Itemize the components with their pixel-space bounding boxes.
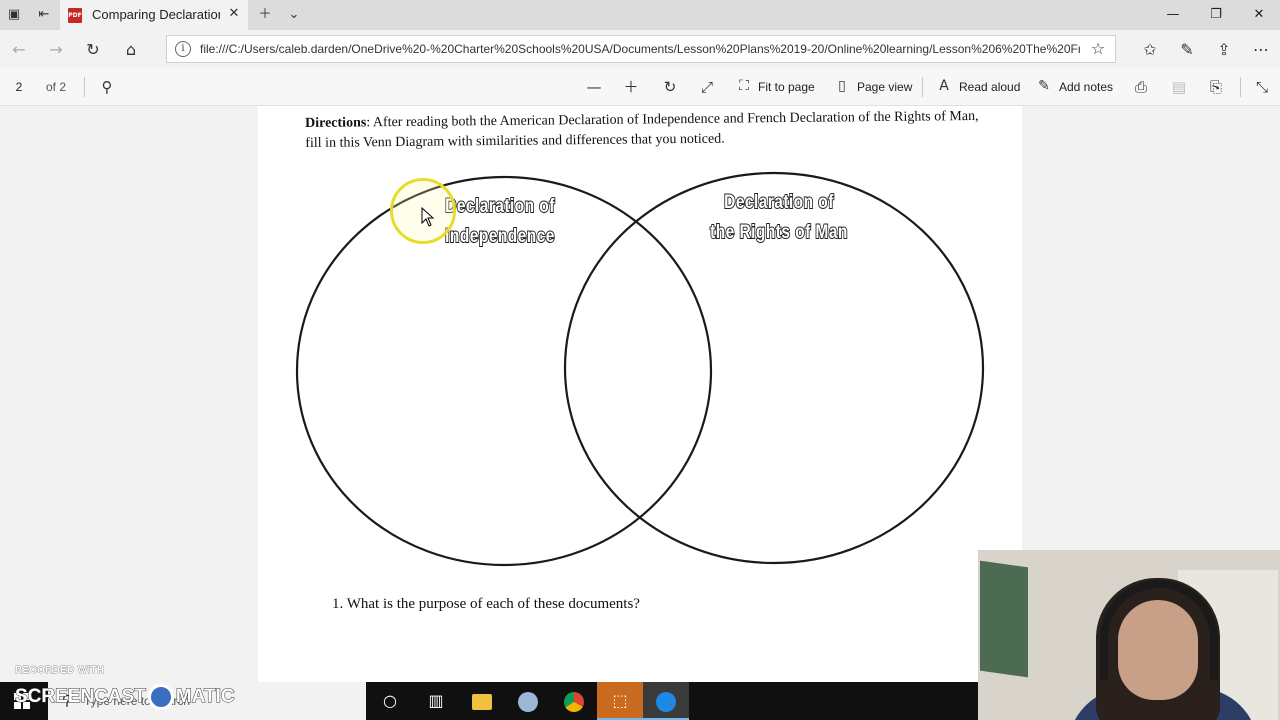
question-1: 1. What is the purpose of each of these … (332, 596, 640, 612)
cortana-icon[interactable]: ○ (367, 682, 413, 720)
tab-title: Comparing Declaration: (92, 7, 220, 22)
pdf-page: Directions: After reading both the Ameri… (258, 106, 1022, 682)
read-aloud-icon[interactable]: A (936, 78, 952, 94)
recorded-with-label: RECORDED WITH (15, 665, 105, 677)
set-aside-tabs-icon[interactable]: ⇤ (36, 7, 52, 23)
tab-close-icon[interactable]: ✕ (226, 6, 242, 22)
tab-list-chevron-icon[interactable]: ⌄ (286, 7, 302, 23)
save-icon[interactable]: ▤ (1169, 77, 1189, 97)
save-as-icon[interactable]: ⎘ (1206, 77, 1226, 97)
venn-right-title: Declaration of the Rights of Man (697, 188, 861, 248)
read-aloud-button[interactable]: Read aloud (959, 80, 1020, 94)
tab-bar: ▣ ⇤ PDF Comparing Declaration: ✕ ＋ ⌄ — ❐… (0, 0, 1280, 30)
info-icon[interactable]: i (175, 41, 191, 57)
more-icon[interactable]: ⋯ (1251, 40, 1271, 60)
favorite-star-icon[interactable]: ☆ (1088, 39, 1108, 59)
zoom-out-icon[interactable]: — (584, 77, 604, 97)
add-notes-icon[interactable]: ✎ (1036, 78, 1052, 94)
page-view-icon[interactable]: ▯ (834, 78, 850, 94)
unpin-toolbar-icon[interactable]: ⤡ (1252, 77, 1272, 97)
close-window-icon[interactable]: ✕ (1250, 6, 1268, 24)
divider (1240, 77, 1241, 97)
favorites-icon[interactable]: ✩ (1140, 40, 1160, 60)
paint-icon[interactable] (505, 682, 551, 720)
share-icon[interactable]: ⇪ (1214, 40, 1234, 60)
screencast-o-matic-logo: SCREENCAST MATIC (15, 684, 235, 710)
minimize-icon[interactable]: — (1164, 6, 1182, 24)
fit-to-page-button[interactable]: Fit to page (758, 80, 815, 94)
task-view-icon[interactable]: ▥ (413, 682, 459, 720)
file-explorer-icon[interactable] (459, 682, 505, 720)
pdf-favicon-icon: PDF (68, 8, 82, 23)
restore-icon[interactable]: ❐ (1207, 6, 1225, 24)
venn-right-title-line1: Declaration of (723, 191, 834, 214)
watermark-brand-right: MATIC (175, 686, 235, 708)
web-note-icon[interactable]: ✎ (1177, 40, 1197, 60)
print-icon[interactable]: ⎙ (1131, 77, 1151, 97)
url-text[interactable]: file:///C:/Users/caleb.darden/OneDrive%2… (200, 42, 1080, 56)
chrome-icon[interactable] (551, 682, 597, 720)
divider (84, 77, 85, 97)
screencast-logo-icon (147, 684, 174, 710)
page-view-button[interactable]: Page view (857, 80, 912, 94)
fit-to-page-icon[interactable]: ⛶ (736, 78, 752, 94)
tab-actions-icon[interactable]: ▣ (6, 7, 22, 23)
add-notes-button[interactable]: Add notes (1059, 80, 1113, 94)
search-icon[interactable]: ⚲ (97, 77, 117, 97)
mouse-pointer-icon (421, 207, 435, 227)
zoom-in-icon[interactable]: ＋ (621, 77, 641, 97)
rotate-icon[interactable]: ↻ (660, 77, 680, 97)
new-tab-icon[interactable]: ＋ (257, 7, 273, 23)
wall-picture (980, 560, 1028, 678)
divider (922, 77, 923, 97)
watermark-brand-left: SCREENCAST (15, 686, 147, 708)
home-icon[interactable]: ⌂ (121, 40, 141, 60)
back-arrow-icon[interactable]: ← (9, 40, 29, 60)
forward-arrow-icon[interactable]: → (46, 40, 66, 60)
snipping-tool-icon[interactable]: ⬚ (597, 682, 643, 720)
page-number-input[interactable]: 2 (6, 76, 32, 98)
address-field[interactable]: i file:///C:/Users/caleb.darden/OneDrive… (166, 35, 1116, 63)
address-toolbar: ← → ↻ ⌂ i file:///C:/Users/caleb.darden/… (0, 30, 1280, 68)
refresh-icon[interactable]: ↻ (83, 40, 103, 60)
venn-left-title-line2: Independence (444, 225, 555, 248)
fullscreen-icon[interactable]: ⤢ (697, 77, 717, 97)
page-total: of 2 (46, 80, 67, 94)
venn-right-title-line2: the Rights of Man (709, 221, 848, 244)
edge-icon[interactable] (643, 682, 689, 720)
webcam-overlay (978, 550, 1280, 720)
pdf-toolbar: 2 of 2 ⚲ — ＋ ↻ ⤢ ⛶ Fit to page ▯ Page vi… (0, 68, 1280, 106)
tab-comparing-declarations[interactable]: PDF Comparing Declaration: ✕ (60, 0, 248, 30)
